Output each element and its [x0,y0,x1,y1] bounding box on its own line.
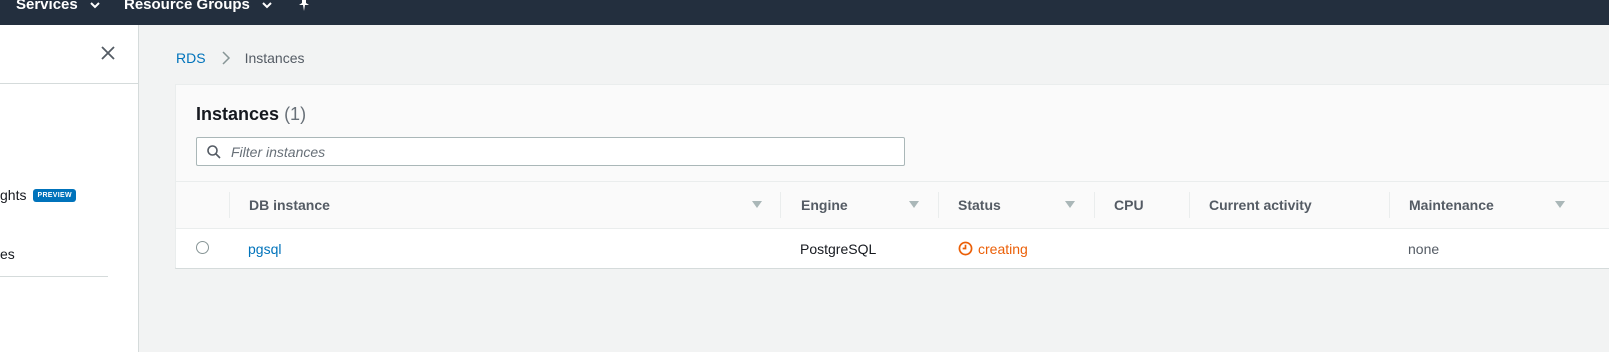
panel-title: Instances (1) [196,104,306,125]
column-header-label: CPU [1114,197,1144,213]
services-label: Services [16,0,78,13]
close-icon[interactable] [99,44,117,62]
pin-icon[interactable] [296,0,312,12]
column-divider [1094,192,1095,218]
sort-caret-icon[interactable] [1555,201,1565,209]
sidebar-item-partial[interactable]: es [0,246,15,262]
sort-caret-icon[interactable] [1065,201,1075,209]
status-cell: creating [958,229,1028,268]
db-instance-link[interactable]: pgsql [248,229,281,268]
engine-cell: PostgreSQL [800,240,877,257]
breadcrumb-rds-link[interactable]: RDS [176,50,206,66]
clock-icon [958,241,973,256]
column-header-status[interactable]: Status [958,182,1001,228]
instances-panel: Instances (1) DB instance Engine Status … [175,84,1609,269]
column-header-label: Status [958,197,1001,213]
column-divider [780,192,781,218]
column-header-current-activity[interactable]: Current activity [1209,182,1312,228]
column-header-maintenance[interactable]: Maintenance [1409,182,1494,228]
column-divider [938,192,939,218]
chevron-down-icon [262,1,272,8]
breadcrumb-current: Instances [244,50,305,66]
maintenance-cell: none [1408,240,1440,257]
filter-box[interactable] [196,137,905,166]
status-text: creating [978,240,1028,257]
table-row[interactable]: pgsql PostgreSQL creating none [176,229,1609,268]
sidebar-item-label: es [0,246,15,262]
table-header: DB instance Engine Status CPU Current ac… [176,181,1609,229]
sidebar-divider [0,276,108,277]
column-divider [1189,192,1190,218]
column-divider [229,192,230,218]
search-icon [207,144,221,159]
row-select-radio[interactable] [196,241,209,254]
services-menu[interactable]: Services [16,0,100,13]
column-header-label: Engine [801,197,848,213]
column-header-label: Maintenance [1409,197,1494,213]
column-header-db-instance[interactable]: DB instance [249,182,330,228]
breadcrumb: RDS Instances [176,50,305,66]
resource-groups-menu[interactable]: Resource Groups [124,0,272,13]
preview-badge: PREVIEW [33,188,76,202]
column-divider [1389,192,1390,218]
filter-instances-input[interactable] [231,143,891,160]
sort-caret-icon[interactable] [752,201,762,209]
column-header-engine[interactable]: Engine [801,182,848,228]
top-navigation-bar: Services Resource Groups [0,0,1609,25]
instance-count: (1) [284,104,307,124]
sidebar-item-performance-insights[interactable]: ghts PREVIEW [0,187,76,203]
resource-groups-label: Resource Groups [124,0,250,13]
chevron-down-icon [90,1,100,8]
side-navigation: ghts PREVIEW es [0,25,139,352]
column-header-label: DB instance [249,197,330,213]
sidebar-item-label: ghts [0,187,27,203]
sort-caret-icon[interactable] [909,201,919,209]
panel-title-text: Instances [196,104,280,124]
column-header-label: Current activity [1209,197,1312,213]
sidebar-header-divider [0,83,138,84]
chevron-right-icon [222,51,230,65]
column-header-cpu[interactable]: CPU [1114,182,1144,228]
